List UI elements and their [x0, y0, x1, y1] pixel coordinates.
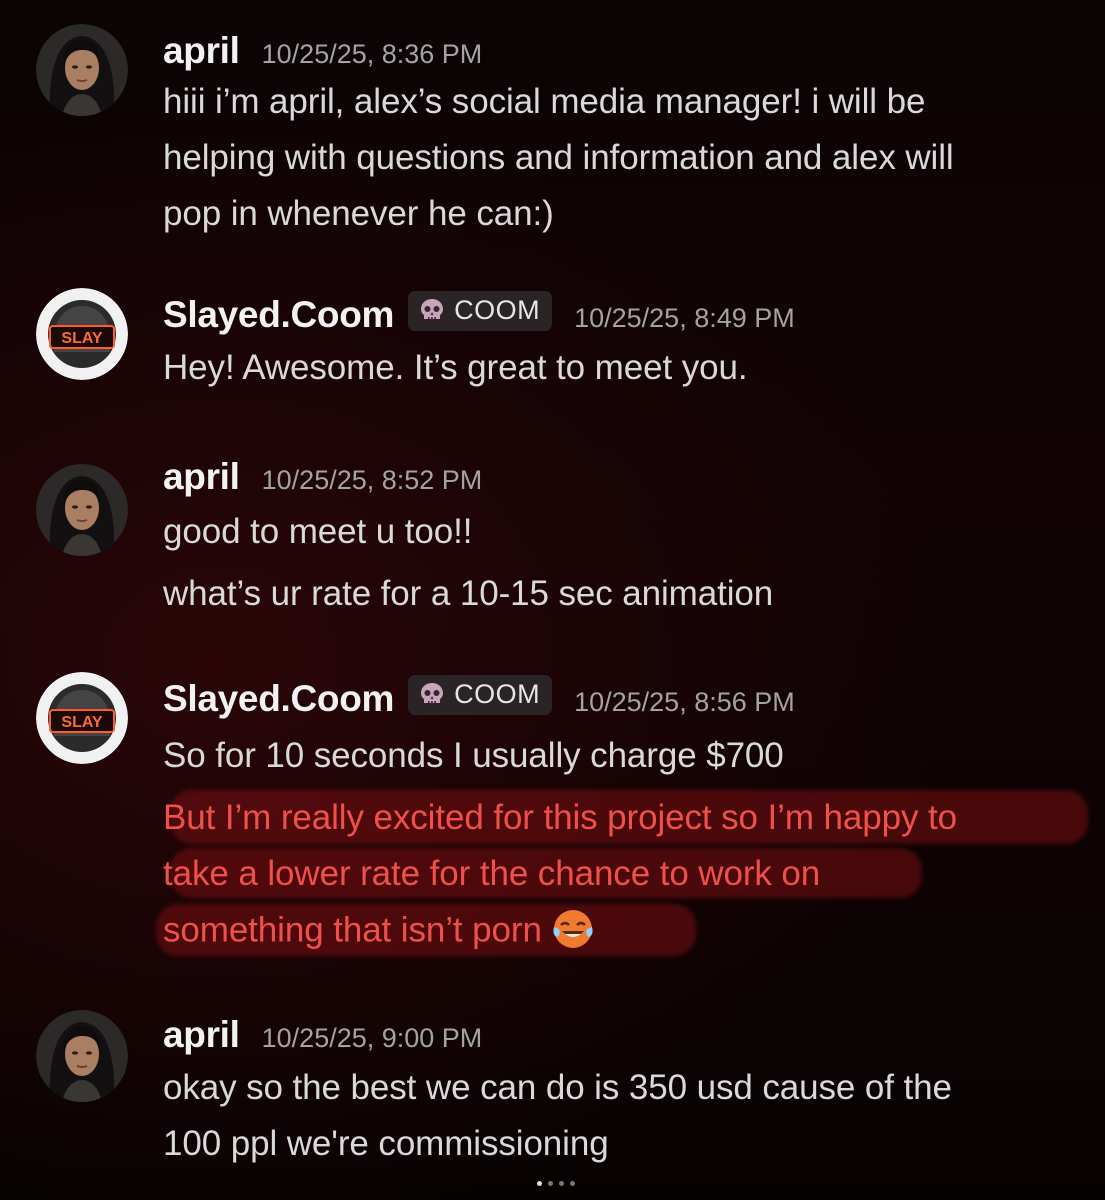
message-text-highlighted: something that isn’t porn: [163, 910, 595, 954]
april-avatar[interactable]: [36, 24, 128, 116]
april-avatar[interactable]: [36, 464, 128, 556]
slayed-avatar[interactable]: SLAY: [36, 288, 128, 380]
username[interactable]: april: [163, 456, 240, 498]
message-header: Slayed.Coom COOM 10/25/25, 8:49 PM: [163, 291, 795, 336]
message-header: april 10/25/25, 8:36 PM: [163, 30, 482, 72]
slay-sign-text: SLAY: [61, 330, 103, 347]
role-label: COOM: [454, 294, 541, 325]
message-text: hiii i’m april, alex’s social media mana…: [163, 82, 926, 121]
slay-sign-text: SLAY: [61, 714, 103, 731]
role-label: COOM: [454, 678, 541, 709]
timestamp: 10/25/25, 8:36 PM: [261, 39, 483, 69]
role-tag[interactable]: COOM: [408, 675, 553, 715]
april-avatar[interactable]: [36, 1010, 128, 1102]
skull-icon: [421, 299, 444, 319]
laughing-crying-emoji-icon: [553, 910, 594, 948]
carousel-indicator[interactable]: [537, 1181, 575, 1186]
carousel-dot[interactable]: [548, 1181, 553, 1186]
role-tag[interactable]: COOM: [408, 291, 553, 331]
message-text-span: something that isn’t porn: [163, 910, 542, 950]
message-text: pop in whenever he can:): [163, 194, 554, 233]
carousel-dot[interactable]: [570, 1181, 575, 1186]
skull-icon: [421, 683, 444, 703]
message-text-highlighted: take a lower rate for the chance to work…: [163, 854, 821, 893]
message-header: april 10/25/25, 9:00 PM: [163, 1014, 482, 1056]
message-text-highlighted: But I’m really excited for this project …: [163, 798, 957, 837]
username[interactable]: Slayed.Coom: [163, 678, 394, 720]
message-text: So for 10 seconds I usually charge $700: [163, 736, 784, 775]
username[interactable]: april: [163, 30, 240, 72]
message-header: Slayed.Coom COOM 10/25/25, 8:56 PM: [163, 675, 795, 720]
timestamp: 10/25/25, 9:00 PM: [261, 1023, 483, 1053]
timestamp: 10/25/25, 8:49 PM: [574, 303, 795, 333]
message-text: good to meet u too!!: [163, 512, 473, 551]
message-header: april 10/25/25, 8:52 PM: [163, 456, 482, 498]
message-text: what’s ur rate for a 10-15 sec animation: [163, 574, 774, 613]
message-text: okay so the best we can do is 350 usd ca…: [163, 1068, 952, 1107]
message-text: 100 ppl we're commissioning: [163, 1124, 609, 1163]
message-text: helping with questions and information a…: [163, 138, 954, 177]
timestamp: 10/25/25, 8:56 PM: [574, 687, 795, 717]
message-text: Hey! Awesome. It’s great to meet you.: [163, 348, 748, 387]
slayed-avatar[interactable]: SLAY: [36, 672, 128, 764]
username[interactable]: april: [163, 1014, 240, 1056]
carousel-dot[interactable]: [559, 1181, 564, 1186]
timestamp: 10/25/25, 8:52 PM: [261, 465, 483, 495]
username[interactable]: Slayed.Coom: [163, 294, 394, 336]
carousel-dot[interactable]: [537, 1181, 542, 1186]
